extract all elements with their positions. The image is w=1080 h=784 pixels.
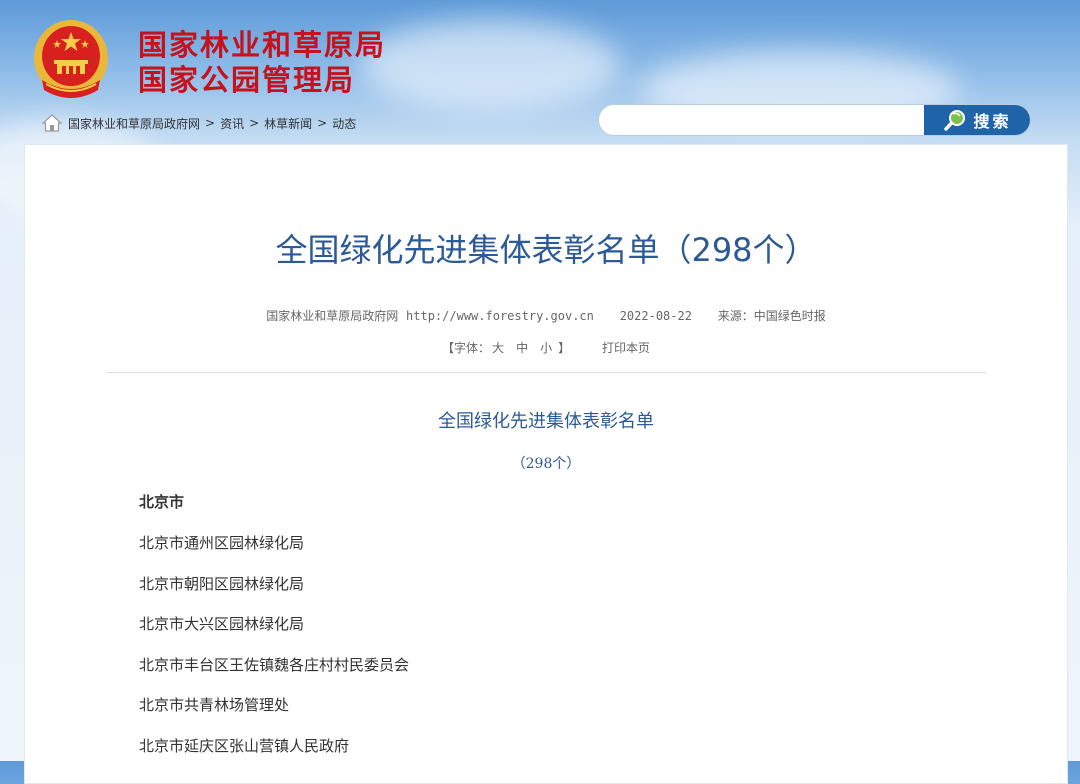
region-heading: 北京市 — [139, 493, 185, 511]
body-heading: 全国绿化先进集体表彰名单 — [438, 411, 654, 432]
article-tools: 【字体：大中小】 打印本页 — [25, 339, 1067, 356]
breadcrumb-link-home[interactable]: 国家林业和草原局政府网 — [68, 115, 200, 132]
font-size-prefix: 【字体： — [442, 341, 491, 355]
article-date: 2022-08-22 — [619, 309, 692, 323]
breadcrumb: 国家林业和草原局政府网 > 资讯 > 林草新闻 > 动态 — [42, 112, 356, 134]
breadcrumb-link-news[interactable]: 资讯 — [220, 115, 244, 132]
divider — [107, 372, 986, 373]
list-item: 北京市大兴区园林绿化局 — [139, 615, 305, 634]
search-box: 搜索 — [598, 104, 1031, 136]
search-button[interactable]: 搜索 — [924, 105, 1030, 135]
font-size-medium[interactable]: 中 — [516, 341, 528, 355]
list-item: 北京市共青林场管理处 — [139, 696, 290, 715]
list-item: 北京市朝阳区园林绿化局 — [139, 574, 305, 593]
breadcrumb-separator: > — [205, 116, 216, 130]
font-size-small[interactable]: 小 — [540, 341, 552, 355]
list-item: 北京市延庆区张山营镇人民政府 — [139, 736, 350, 755]
article-source-site: 国家林业和草原局政府网 — [266, 309, 399, 323]
breadcrumb-link-forest-news[interactable]: 林草新闻 — [264, 115, 312, 132]
site-title[interactable]: 国家林业和草原局 国家公园管理局 — [138, 28, 386, 98]
site-title-line-2: 国家公园管理局 — [138, 63, 356, 97]
article-origin: 中国绿色时报 — [753, 309, 826, 323]
article-container: 全国绿化先进集体表彰名单（298个） 国家林业和草原局政府网 http://ww… — [24, 144, 1068, 784]
body-count: （298个） — [511, 456, 581, 472]
search-icon — [944, 110, 966, 131]
font-size-switcher: 【字体：大中小】 — [442, 341, 574, 355]
print-button[interactable]: 打印本页 — [602, 341, 650, 355]
article-meta: 国家林业和草原局政府网 http://www.forestry.gov.cn 2… — [25, 307, 1067, 324]
font-size-suffix: 】 — [558, 341, 571, 355]
home-icon[interactable] — [42, 114, 62, 132]
article-title: 全国绿化先进集体表彰名单（298个） — [275, 231, 817, 269]
breadcrumb-link-updates[interactable]: 动态 — [332, 115, 356, 132]
list-item: 北京市通州区园林绿化局 — [139, 534, 305, 552]
search-input[interactable] — [613, 105, 917, 135]
list-item: 北京市丰台区王佐镇魏各庄村村民委员会 — [139, 655, 410, 674]
breadcrumb-separator: > — [317, 116, 328, 130]
article-origin-label: 来源： — [717, 309, 754, 323]
article-source-url[interactable]: http://www.forestry.gov.cn — [406, 309, 594, 323]
org-list: 北京市通州区园林绿化局 北京市朝阳区园林绿化局 北京市大兴区园林绿化局 北京市丰… — [139, 533, 409, 777]
national-emblem-icon[interactable] — [32, 18, 110, 102]
site-header: 国家林业和草原局 国家公园管理局 国家林业和草原局政府网 > 资讯 > 林草新闻… — [0, 0, 1080, 144]
font-size-large[interactable]: 大 — [492, 341, 504, 355]
search-button-label: 搜索 — [973, 112, 1012, 131]
breadcrumb-separator: > — [249, 116, 260, 130]
site-title-line-1: 国家林业和草原局 — [138, 28, 387, 62]
